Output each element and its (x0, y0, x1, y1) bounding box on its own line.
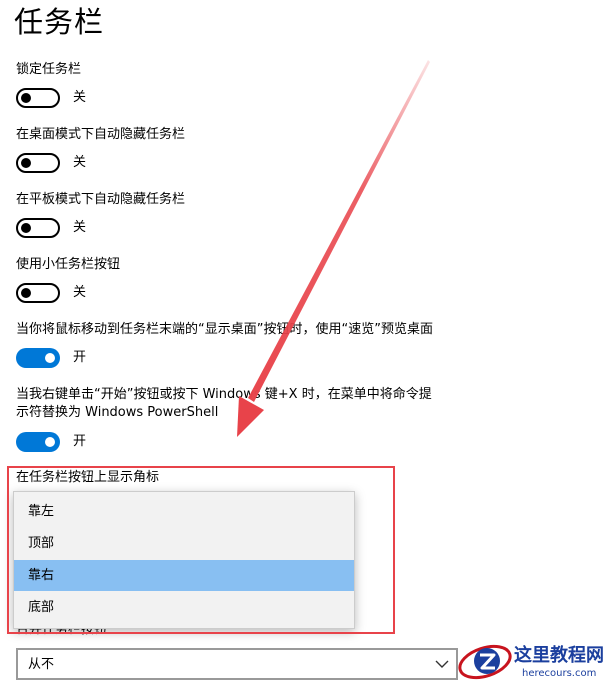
toggle-knob (21, 158, 31, 168)
combine-buttons-select[interactable]: 从不 (16, 648, 458, 680)
setting-badges: 在任务栏按钮上显示角标 (16, 469, 486, 487)
toggle-state-label: 关 (73, 285, 87, 300)
setting-label-line1: 当我右键单击“开始”按钮或按下 Windows 键+X 时，在菜单中将命令提 (16, 387, 432, 402)
setting-label: 当你将鼠标移动到任务栏末端的“显示桌面”按钮时，使用“速览”预览桌面 (16, 322, 433, 337)
peek-desktop-toggle[interactable] (16, 348, 60, 368)
watermark-url: herecours.com (522, 668, 597, 679)
toggle-state-label: 关 (73, 155, 87, 170)
watermark-title: 这里教程网 (514, 645, 604, 666)
toggle-knob (21, 93, 31, 103)
select-value: 从不 (28, 657, 55, 672)
toggle-knob (21, 223, 31, 233)
autohide-tablet-toggle-row: 关 (16, 217, 86, 239)
taskbar-location-dropdown: 靠左 顶部 靠右 底部 (13, 491, 355, 629)
lock-taskbar-toggle[interactable] (16, 88, 60, 108)
chevron-down-icon (435, 660, 449, 668)
powershell-toggle[interactable] (16, 432, 60, 452)
toggle-state-label: 关 (73, 90, 87, 105)
toggle-knob (45, 353, 55, 363)
setting-lock-taskbar: 锁定任务栏 (16, 61, 486, 79)
lock-taskbar-toggle-row: 关 (16, 87, 86, 109)
setting-autohide-tablet: 在平板模式下自动隐藏任务栏 (16, 191, 486, 209)
toggle-knob (45, 437, 55, 447)
autohide-desktop-toggle-row: 关 (16, 152, 86, 174)
dropdown-option-right[interactable]: 靠右 (14, 560, 354, 591)
autohide-desktop-toggle[interactable] (16, 153, 60, 173)
autohide-tablet-toggle[interactable] (16, 218, 60, 238)
toggle-state-label: 关 (73, 220, 87, 235)
setting-autohide-desktop: 在桌面模式下自动隐藏任务栏 (16, 126, 486, 144)
setting-label: 在桌面模式下自动隐藏任务栏 (16, 127, 186, 142)
page-title: 任务栏 (14, 5, 105, 39)
powershell-toggle-row: 开 (16, 431, 86, 453)
small-buttons-toggle-row: 关 (16, 282, 86, 304)
setting-label: 使用小任务栏按钮 (16, 257, 121, 272)
dropdown-option-left[interactable]: 靠左 (14, 496, 354, 527)
setting-label-line2: 示符替换为 Windows PowerShell (16, 405, 219, 420)
setting-label: 在任务栏按钮上显示角标 (16, 470, 160, 485)
setting-small-buttons: 使用小任务栏按钮 (16, 256, 486, 274)
watermark: 这里教程网 herecours.com (455, 637, 606, 685)
dropdown-option-top[interactable]: 顶部 (14, 528, 354, 559)
setting-powershell: 当我右键单击“开始”按钮或按下 Windows 键+X 时，在菜单中将命令提 示… (16, 386, 486, 422)
toggle-state-label: 开 (73, 350, 87, 365)
toggle-state-label: 开 (73, 434, 87, 449)
setting-label: 锁定任务栏 (16, 62, 82, 77)
toggle-knob (21, 288, 31, 298)
setting-peek-desktop: 当你将鼠标移动到任务栏末端的“显示桌面”按钮时，使用“速览”预览桌面 (16, 321, 486, 339)
setting-label: 在平板模式下自动隐藏任务栏 (16, 192, 186, 207)
peek-desktop-toggle-row: 开 (16, 347, 86, 369)
small-buttons-toggle[interactable] (16, 283, 60, 303)
site-logo-icon (458, 644, 512, 680)
dropdown-option-bottom[interactable]: 底部 (14, 592, 354, 623)
